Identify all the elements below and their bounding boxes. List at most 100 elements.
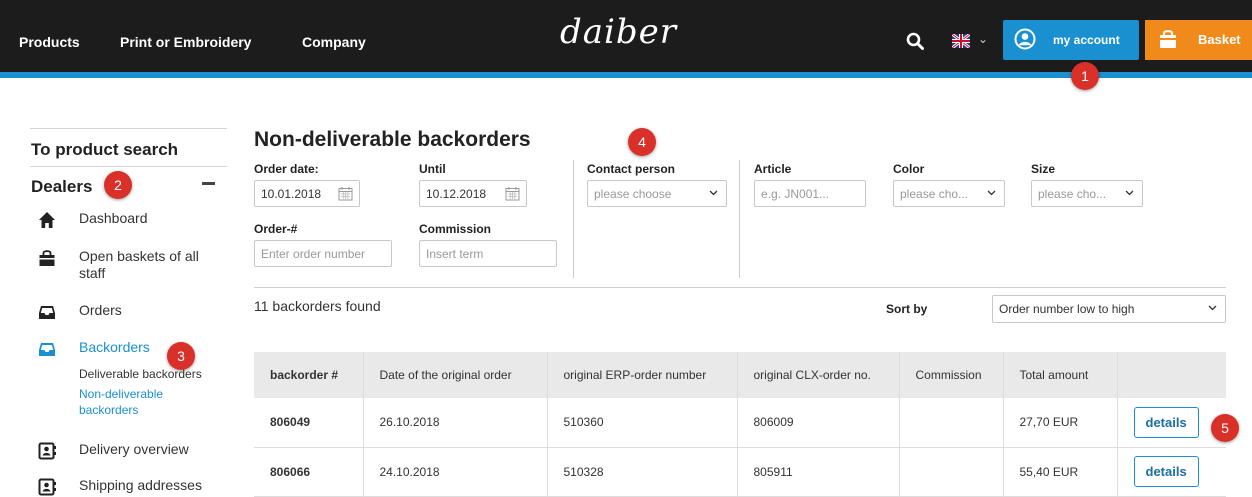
order-date-cell: 24.10.2018	[363, 447, 548, 496]
basket-icon	[39, 250, 55, 266]
column-header: original CLX-order no.	[737, 352, 900, 398]
table-header-row: backorder # Date of the original order o…	[254, 352, 1226, 398]
column-header: backorder #	[254, 352, 364, 398]
chevron-down-icon	[987, 190, 996, 196]
total-amount-cell: 27,70 EUR	[1003, 398, 1118, 447]
sidebar-item-label: Orders	[79, 302, 122, 318]
size-select[interactable]: please cho...	[1031, 180, 1143, 207]
search-icon[interactable]	[906, 32, 924, 50]
calendar-icon[interactable]	[338, 186, 353, 201]
my-account-button[interactable]: my account	[1003, 20, 1139, 60]
order-date-value: 10.01.2018	[261, 187, 322, 201]
topbar-accent-stripe	[0, 72, 1252, 78]
chevron-down-icon	[1208, 305, 1217, 311]
contact-person-label: Contact person	[587, 162, 676, 176]
contact-person-select[interactable]: please choose	[587, 180, 727, 207]
language-chevron-down-icon[interactable]: ⌄	[978, 32, 988, 46]
size-value: please cho...	[1038, 187, 1107, 201]
top-navigation-bar: Products Print or Embroidery Company dai…	[0, 0, 1252, 76]
table-row: 806049 26.10.2018 510360 806009 27,70 EU…	[254, 398, 1226, 447]
sort-value: Order number low to high	[999, 302, 1135, 316]
my-account-label: my account	[1053, 33, 1120, 47]
until-date-field[interactable]: 10.12.2018	[419, 180, 527, 207]
commission-cell	[899, 447, 1004, 496]
inbox-icon	[39, 306, 55, 319]
uk-flag-icon[interactable]	[952, 34, 970, 48]
callout-marker-4: 4	[628, 128, 656, 156]
column-header: original ERP-order number	[547, 352, 738, 398]
column-header: Commission	[899, 352, 1004, 398]
clx-order-number-cell: 806009	[737, 398, 900, 447]
color-value: please cho...	[900, 187, 969, 201]
contact-card-icon	[38, 478, 56, 496]
sort-select[interactable]: Order number low to high	[992, 295, 1226, 323]
details-button[interactable]: details	[1133, 456, 1199, 487]
until-label: Until	[419, 162, 446, 176]
calendar-icon[interactable]	[505, 186, 520, 201]
until-date-value: 10.12.2018	[426, 187, 487, 201]
callout-marker-1: 1	[1071, 62, 1099, 90]
sidebar-divider	[30, 128, 227, 129]
shopping-bag-icon	[1160, 30, 1176, 48]
contact-person-value: please choose	[594, 187, 672, 201]
sidebar-item-label: Backorders	[79, 339, 150, 355]
sidebar-item-label: Dashboard	[79, 210, 148, 226]
order-number-placeholder: Enter order number	[261, 247, 366, 261]
filter-divider	[739, 160, 740, 278]
order-date-label: Order date:	[254, 162, 319, 176]
sidebar-divider	[30, 166, 227, 167]
collapse-minus-icon[interactable]	[202, 182, 215, 185]
total-amount-cell: 55,40 EUR	[1003, 447, 1118, 496]
order-date-field[interactable]: 10.01.2018	[254, 180, 360, 207]
basket-button[interactable]: Basket	[1145, 20, 1252, 60]
article-label: Article	[754, 162, 792, 176]
sidebar-sub-non-deliverable-backorders[interactable]: Non-deliverable backorders	[79, 386, 199, 418]
color-label: Color	[893, 162, 925, 176]
dealers-heading[interactable]: Dealers	[31, 177, 92, 197]
filter-separator	[254, 287, 1226, 288]
column-header	[1117, 352, 1226, 398]
article-input[interactable]: e.g. JN001...	[754, 180, 866, 207]
daiber-logo[interactable]: daiber	[560, 12, 677, 52]
erp-order-number-cell: 510328	[547, 447, 738, 496]
commission-cell	[899, 398, 1004, 447]
order-number-input[interactable]: Enter order number	[254, 240, 392, 267]
results-count: 11 backorders found	[254, 298, 381, 314]
color-select[interactable]: please cho...	[893, 180, 1005, 207]
backorder-number-cell: 806066	[254, 447, 364, 496]
column-header: Date of the original order	[363, 352, 548, 398]
contact-card-icon	[38, 442, 56, 460]
sidebar-item-label: Shipping addresses	[79, 477, 202, 493]
home-icon	[39, 212, 55, 228]
sidebar-item-label: Delivery overview	[79, 441, 189, 457]
page-title: Non-deliverable backorders	[254, 128, 531, 151]
actions-cell: details	[1117, 447, 1226, 496]
backorders-table: backorder # Date of the original order o…	[254, 352, 1226, 497]
commission-label: Commission	[419, 222, 492, 236]
size-label: Size	[1031, 162, 1056, 176]
backorder-number-cell: 806049	[254, 398, 364, 447]
user-circle-icon	[1014, 28, 1036, 50]
callout-marker-3: 3	[167, 342, 195, 370]
actions-cell: details	[1117, 398, 1226, 447]
erp-order-number-cell: 510360	[547, 398, 738, 447]
sidebar-item-label: Open baskets of all staff	[79, 248, 199, 281]
nav-company[interactable]: Company	[302, 34, 366, 50]
order-date-cell: 26.10.2018	[363, 398, 548, 447]
commission-input[interactable]: Insert term	[419, 240, 557, 267]
to-product-search-link[interactable]: To product search	[31, 140, 178, 160]
nav-print-or-embroidery[interactable]: Print or Embroidery	[120, 34, 251, 50]
order-number-label: Order-#	[254, 222, 298, 236]
callout-marker-5: 5	[1211, 414, 1239, 442]
table-row: 806066 24.10.2018 510328 805911 55,40 EU…	[254, 447, 1226, 496]
chevron-down-icon	[1125, 190, 1134, 196]
sort-by-label: Sort by	[886, 302, 928, 316]
filter-divider	[573, 160, 574, 278]
basket-label: Basket	[1198, 32, 1241, 47]
inbox-icon	[39, 343, 55, 356]
clx-order-number-cell: 805911	[737, 447, 900, 496]
chevron-down-icon	[709, 190, 718, 196]
article-placeholder: e.g. JN001...	[761, 187, 830, 201]
nav-products[interactable]: Products	[19, 34, 80, 50]
details-button[interactable]: details	[1133, 406, 1199, 438]
